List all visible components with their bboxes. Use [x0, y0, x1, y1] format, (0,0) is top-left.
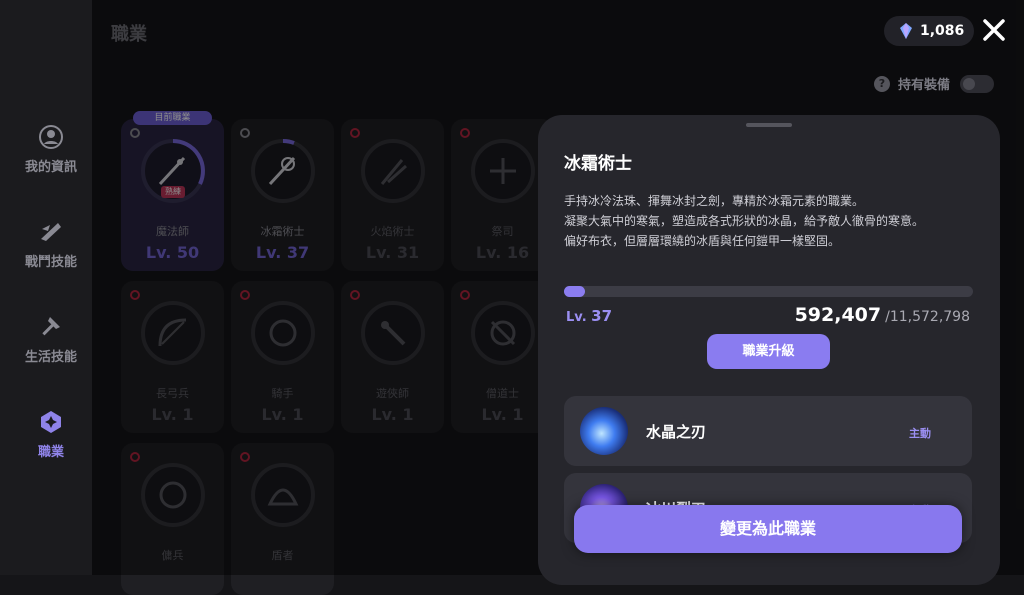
sidebar-item-label: 生活技能: [24, 350, 77, 365]
user-icon: [39, 125, 63, 149]
xp-current: 592,407: [794, 304, 882, 326]
currency-amount: 1,086: [920, 23, 965, 39]
sidebar-item-label: 戰鬥技能: [24, 255, 77, 270]
drag-handle[interactable]: [746, 123, 792, 127]
axe-icon: [42, 317, 60, 336]
owned-equipment-toggle[interactable]: [960, 74, 995, 93]
crystal-blade-icon: [580, 407, 628, 455]
skill-name: 水晶之刃: [646, 423, 707, 441]
skill-type: 主動: [909, 427, 931, 440]
gem-icon: [900, 23, 912, 39]
level-prefix: Lv.: [566, 310, 587, 325]
xp-max: /11,572,798: [885, 309, 970, 325]
xp-progress-fill: [564, 286, 585, 297]
sidebar-item-life-skills[interactable]: 生活技能: [0, 314, 102, 365]
sidebar-item-class[interactable]: 職業: [0, 409, 102, 460]
close-icon[interactable]: [980, 16, 1008, 44]
wing-icon: [41, 223, 61, 241]
class-description: 手持冰冷法珠、揮舞冰封之劍，專精於冰霜元素的職業。 凝聚大氣中的寒氣，塑造成各式…: [564, 194, 925, 248]
class-emblem-icon: [41, 411, 61, 433]
owned-equipment-filter[interactable]: ? 持有裝備: [874, 74, 995, 93]
change-class-button[interactable]: 變更為此職業: [574, 505, 962, 553]
xp-display: 592,407/11,572,798: [795, 304, 970, 326]
skill-item[interactable]: 水晶之刃 主動: [564, 396, 972, 466]
sidebar-item-label: 我的資訊: [24, 160, 77, 175]
xp-progress-bar: [564, 286, 973, 297]
help-icon[interactable]: ?: [874, 75, 890, 92]
class-title: 冰霜術士: [564, 154, 632, 174]
sidebar-item-my-info[interactable]: 我的資訊: [0, 124, 102, 175]
class-upgrade-button[interactable]: 職業升級: [707, 334, 830, 369]
filter-label: 持有裝備: [898, 78, 951, 93]
sidebar-item-label: 職業: [37, 445, 64, 460]
level-value: 37: [591, 307, 613, 325]
currency-display: 1,086: [884, 16, 975, 46]
sidebar-item-combat-skills[interactable]: 戰鬥技能: [0, 219, 102, 270]
sidebar: 我的資訊 戰鬥技能 生活技能 職業: [0, 0, 92, 575]
class-level-display: Lv. 37: [566, 307, 612, 325]
